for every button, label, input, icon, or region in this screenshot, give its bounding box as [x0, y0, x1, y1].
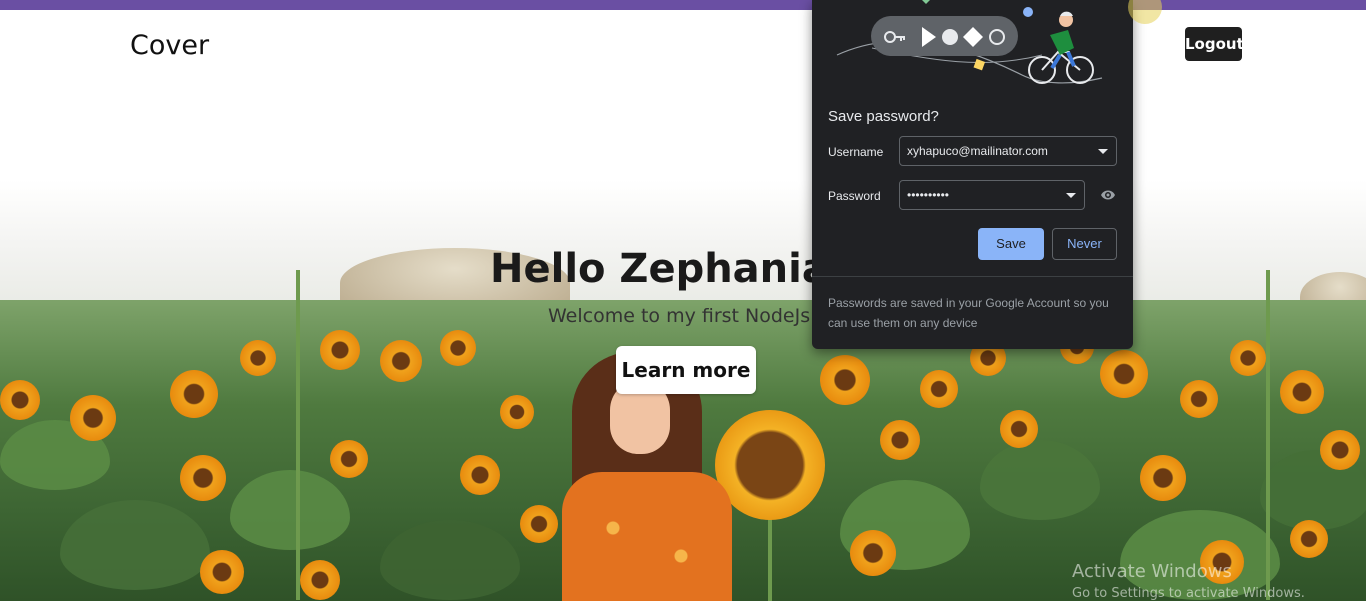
chevron-down-icon[interactable] [1066, 193, 1076, 198]
never-save-button[interactable]: Never [1052, 228, 1117, 260]
dialog-title: Save password? [828, 108, 939, 125]
logout-button[interactable]: Logout [1185, 27, 1244, 61]
username-field[interactable]: xyhapuco@mailinator.com [899, 136, 1117, 166]
password-field[interactable]: •••••••••• [899, 180, 1085, 210]
hero-subtitle: Welcome to my first NodeJs Ap [548, 305, 842, 327]
learn-more-button[interactable]: Learn more [616, 346, 756, 394]
browser-viewport: Cover Logout Hello Zephania Ty Welcome t… [0, 0, 1366, 601]
windows-activation-watermark: Activate Windows Go to Settings to activ… [1072, 561, 1305, 601]
username-value: xyhapuco@mailinator.com [907, 144, 1048, 158]
dialog-footer-note: Passwords are saved in your Google Accou… [828, 296, 1109, 330]
site-brand-title[interactable]: Cover [130, 30, 209, 61]
password-value: •••••••••• [907, 188, 950, 202]
show-password-eye-icon[interactable] [1100, 188, 1116, 202]
password-label: Password [828, 189, 881, 203]
cyclist-icon [1028, 11, 1094, 84]
username-label: Username [828, 145, 884, 159]
watermark-line-2: Go to Settings to activate Windows. [1072, 586, 1305, 601]
watermark-line-1: Activate Windows [1072, 561, 1232, 582]
save-password-button[interactable]: Save [978, 228, 1044, 260]
dialog-divider [812, 276, 1133, 277]
save-password-dialog: Save password? Username xyhapuco@mailina… [812, 0, 1133, 349]
password-illustration [836, 0, 1103, 84]
chevron-down-icon[interactable] [1098, 149, 1108, 154]
